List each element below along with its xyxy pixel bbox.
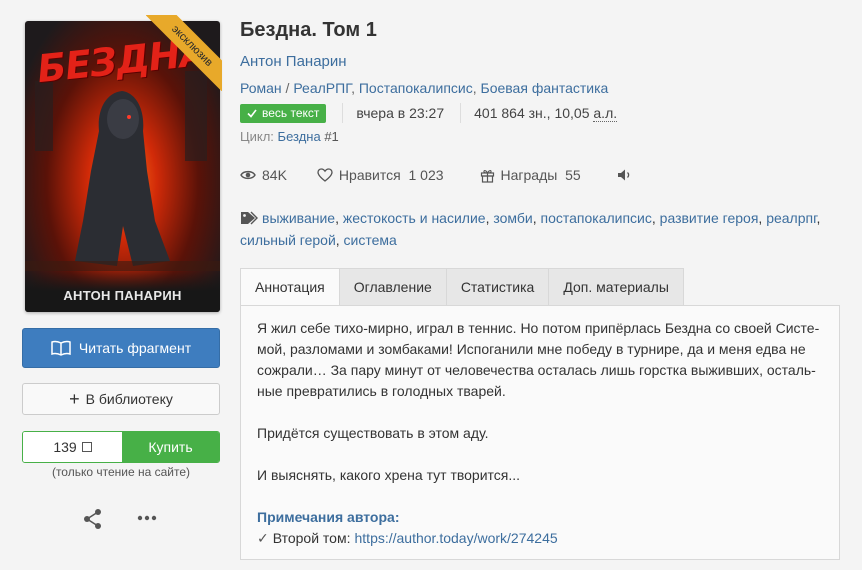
- more-options-icon[interactable]: [137, 510, 157, 526]
- checkmark-icon: ✓: [257, 530, 269, 546]
- book-cover[interactable]: БЕЗДНА АНТОН ПАНАРИН эксклюзив: [25, 15, 222, 312]
- eye-icon: [240, 170, 256, 180]
- tag-link[interactable]: развитие героя: [660, 210, 759, 226]
- annotation-line: ные превратились в голодных тварей.: [257, 383, 506, 399]
- annotation-line: сожрали… За пару минут от человечества о…: [257, 362, 816, 378]
- genre-link[interactable]: Роман: [240, 80, 282, 96]
- tab-annotation[interactable]: Аннотация: [240, 268, 340, 306]
- currency-icon: [81, 442, 92, 452]
- add-library-label: В библиотеку: [85, 391, 173, 407]
- tag-link[interactable]: система: [344, 232, 397, 248]
- meta-row: весь текст вчера в 23:27 401 864 зн., 10…: [240, 103, 618, 123]
- author-link[interactable]: Антон Панарин: [240, 53, 347, 70]
- divider: [460, 103, 462, 123]
- views-count: 84K: [262, 167, 287, 183]
- awards-stat[interactable]: Награды 55: [480, 167, 581, 183]
- plus-icon: +: [69, 389, 80, 409]
- annotation-line: Я жил себе тихо-мирно, играл в теннис. Н…: [257, 320, 820, 336]
- price-value: 139: [53, 439, 77, 455]
- buy-label: Купить: [148, 439, 193, 455]
- tab-statistics[interactable]: Статистика: [446, 268, 550, 306]
- buy-group: 139 Купить: [22, 431, 220, 463]
- buy-button[interactable]: Купить: [122, 432, 219, 462]
- cycle-link[interactable]: Бездна: [278, 129, 321, 144]
- views-stat: 84K: [240, 167, 287, 183]
- ribbon-label: эксклюзив: [146, 15, 222, 91]
- tags-icon: [241, 211, 258, 225]
- audio-icon[interactable]: [617, 168, 633, 182]
- cycle-info: Цикл: Бездна #1: [240, 129, 339, 144]
- cycle-label: Цикл:: [240, 129, 274, 144]
- buy-note: (только чтение на сайте): [51, 465, 191, 479]
- annotation-panel: Я жил себе тихо-мирно, играл в теннис. Н…: [240, 305, 840, 560]
- annotation-text: Я жил себе тихо-мирно, играл в теннис. Н…: [257, 318, 825, 549]
- tab-extra-materials[interactable]: Доп. материалы: [549, 268, 684, 306]
- likes-stat[interactable]: Нравится 1 023: [317, 167, 444, 183]
- read-fragment-button[interactable]: Читать фрагмент: [22, 328, 220, 368]
- gift-icon: [480, 169, 494, 183]
- exclusive-ribbon: эксклюзив: [146, 15, 222, 91]
- read-fragment-label: Читать фрагмент: [78, 340, 192, 356]
- price: 139: [23, 432, 122, 462]
- cycle-number: #1: [324, 129, 339, 144]
- tab-contents[interactable]: Оглавление: [339, 268, 447, 306]
- second-volume-link[interactable]: https://author.today/work/274245: [355, 528, 558, 549]
- check-icon: [247, 109, 257, 118]
- status-badge-label: весь текст: [262, 106, 320, 120]
- annotation-line: мой, разломами и зомбаками! Испоганили м…: [257, 341, 806, 357]
- cover-author-art: АНТОН ПАНАРИН: [25, 270, 220, 312]
- tag-link[interactable]: зомби: [493, 210, 532, 226]
- tag-link[interactable]: выживание: [262, 210, 335, 226]
- annotation-paragraph: Придётся существовать в этом аду.: [257, 425, 489, 441]
- size-unit[interactable]: а.л.: [593, 105, 618, 122]
- add-to-library-button[interactable]: + В библиотеку: [22, 383, 220, 415]
- annotation-paragraph: И выяснять, какого хрена тут творится...: [257, 467, 521, 483]
- divider: [342, 103, 344, 123]
- stats-row: 84K Нравится 1 023 Награды 55: [240, 167, 633, 183]
- tag-link[interactable]: реалрпг: [766, 210, 816, 226]
- heart-icon: [317, 168, 333, 182]
- genre-link[interactable]: Постапокалипсис: [359, 80, 473, 96]
- notes-prefix: Второй том:: [272, 530, 351, 546]
- tag-link[interactable]: сильный герой: [240, 232, 336, 248]
- tag-list: выживание, жестокость и насилие, зомби, …: [240, 210, 821, 248]
- status-badge: весь текст: [240, 103, 327, 123]
- genre-list: Роман / РеалРПГ, Постапокалипсис, Боевая…: [240, 80, 609, 96]
- updated-time: вчера в 23:27: [356, 105, 445, 121]
- author-notes-line: ✓ Второй том: https://author.today/work/…: [257, 528, 825, 549]
- tag-link[interactable]: жестокость и насилие: [343, 210, 486, 226]
- share-icon[interactable]: [82, 508, 104, 530]
- awards-label: Награды 55: [500, 167, 581, 183]
- author-notes-title: Примечания автора:: [257, 509, 400, 525]
- book-open-icon: [51, 340, 71, 356]
- book-size: 401 864 зн., 10,05: [474, 105, 590, 121]
- genre-link[interactable]: Боевая фантастика: [481, 80, 609, 96]
- genre-link[interactable]: РеалРПГ: [293, 80, 351, 96]
- book-title: Бездна. Том 1: [240, 19, 377, 41]
- likes-label: Нравится 1 023: [338, 167, 444, 183]
- tab-bar: Аннотация Оглавление Статистика Доп. мат…: [240, 268, 684, 306]
- tag-link[interactable]: постапокалипсис: [540, 210, 651, 226]
